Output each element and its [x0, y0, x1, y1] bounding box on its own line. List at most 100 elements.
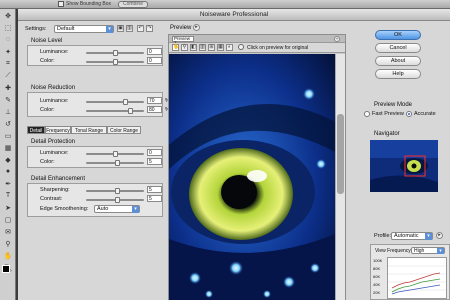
noiseware-window: Noiseware Professional Settings: Default…: [18, 9, 450, 300]
slider-thumb[interactable]: [115, 197, 121, 203]
sharpening-value[interactable]: 5: [147, 186, 162, 193]
preview-image[interactable]: [169, 54, 335, 300]
zoom-icon[interactable]: ⚲: [181, 44, 188, 51]
detail-protection-color-value[interactable]: 5: [147, 158, 162, 165]
notes-tool-icon[interactable]: ✉: [1, 226, 15, 237]
axis-tick: 60K: [373, 274, 381, 279]
preview-menu-icon[interactable]: ▸: [193, 24, 200, 31]
preview-title: Preview: [170, 25, 192, 31]
settings-preset-select[interactable]: Default ▾: [54, 25, 114, 33]
fast-preview-label: Fast Preview: [372, 111, 404, 117]
axis-tick: 40K: [373, 282, 381, 287]
path-selection-tool-icon[interactable]: ➤: [1, 202, 15, 213]
undo-icon[interactable]: ↶: [137, 25, 144, 32]
view-frequency-value: High: [414, 248, 425, 254]
cancel-button[interactable]: Cancel: [375, 43, 421, 53]
shape-tool-icon[interactable]: ▢: [1, 214, 15, 225]
noise-level-color-slider[interactable]: [86, 59, 144, 65]
lasso-tool-icon[interactable]: ◌: [1, 34, 15, 45]
profile-select[interactable]: Automatic ▾: [391, 232, 433, 240]
type-tool-icon[interactable]: T: [1, 190, 15, 201]
split-view-icon[interactable]: ◧: [190, 44, 197, 51]
contrast-slider[interactable]: [86, 197, 144, 203]
crop-tool-icon[interactable]: ⌗: [1, 58, 15, 69]
healing-brush-tool-icon[interactable]: ✚: [1, 82, 15, 93]
noise-level-luminance-label: Luminance:: [40, 49, 69, 55]
axis-tick: 20K: [373, 290, 381, 295]
slice-tool-icon[interactable]: ⟋: [1, 70, 15, 81]
brush-tool-icon[interactable]: ✎: [1, 94, 15, 105]
noise-reduction-luminance-value[interactable]: 70: [147, 97, 162, 104]
profile-graph-box: View Frequency High▾ 100K 80K 60K 40K 2: [370, 244, 450, 300]
noise-level-color-value[interactable]: 0: [147, 57, 162, 64]
slider-thumb[interactable]: [128, 108, 134, 114]
mask-icon[interactable]: ◐: [226, 44, 233, 51]
marquee-tool-icon[interactable]: ⬚: [1, 22, 15, 33]
dodge-tool-icon[interactable]: ●: [1, 166, 15, 177]
detail-protection-luminance-value[interactable]: 0: [147, 149, 162, 156]
side-by-side-icon[interactable]: ▥: [199, 44, 206, 51]
view-frequency-select[interactable]: High ▾: [411, 247, 445, 254]
add-preview-icon[interactable]: +: [334, 36, 340, 42]
eraser-tool-icon[interactable]: ▭: [1, 130, 15, 141]
preview-tab[interactable]: Preview 1: [172, 36, 194, 45]
preview-vertical-scrollbar[interactable]: [335, 54, 345, 300]
show-bounding-box-checkbox[interactable]: [58, 1, 64, 7]
tab-color-range[interactable]: Color Range: [107, 126, 141, 134]
slider-thumb[interactable]: [115, 188, 121, 194]
contrast-value[interactable]: 5: [147, 195, 162, 202]
profile-menu-icon[interactable]: ▸: [436, 232, 443, 239]
slider-thumb[interactable]: [112, 50, 118, 56]
preview-tabbar: Preview 1 +: [169, 35, 345, 45]
gradient-tool-icon[interactable]: ▦: [1, 142, 15, 153]
detail-protection-luminance-slider[interactable]: [86, 151, 144, 157]
combine-button[interactable]: Combine: [118, 1, 148, 8]
noise-level-luminance-slider[interactable]: [86, 50, 144, 56]
pen-tool-icon[interactable]: ✒: [1, 178, 15, 189]
noise-reduction-color-label: Color:: [40, 107, 55, 113]
slider-thumb[interactable]: [112, 59, 118, 65]
history-brush-tool-icon[interactable]: ↺: [1, 118, 15, 129]
hand-icon[interactable]: ✋: [172, 44, 179, 51]
blur-tool-icon[interactable]: ◆: [1, 154, 15, 165]
edge-smoothening-label: Edge Smoothening:: [40, 206, 89, 212]
noise-level-luminance-value[interactable]: 0: [147, 48, 162, 55]
ok-button[interactable]: OK: [375, 30, 421, 40]
chevron-down-icon: ▾: [425, 233, 432, 240]
noise-reduction-color-slider[interactable]: [86, 108, 144, 114]
delete-preset-icon[interactable]: ▥: [126, 25, 133, 32]
edge-smoothening-select[interactable]: Auto ▾: [94, 205, 140, 213]
foreground-color-swatch[interactable]: [2, 265, 10, 273]
navigator-thumbnail[interactable]: [370, 140, 438, 192]
detail-enhancement-title: Detail Enhancement: [31, 176, 86, 182]
redo-icon[interactable]: ↷: [146, 25, 153, 32]
slider-thumb[interactable]: [115, 160, 121, 166]
tab-tonal-range[interactable]: Tonal Range: [71, 126, 107, 134]
magic-wand-tool-icon[interactable]: ✦: [1, 46, 15, 57]
info-icon: [238, 44, 244, 50]
eyedropper-tool-icon[interactable]: ⚲: [1, 238, 15, 249]
detail-protection-group: Luminance: 0 Color: 5: [27, 146, 163, 168]
sharpening-slider[interactable]: [86, 188, 144, 194]
navigator-title: Navigator: [374, 131, 400, 137]
save-preset-icon[interactable]: ▣: [117, 25, 124, 32]
noise-map-icon[interactable]: ▦: [217, 44, 224, 51]
hand-tool-icon[interactable]: ✋: [1, 250, 15, 261]
clone-stamp-tool-icon[interactable]: ⊥: [1, 106, 15, 117]
accurate-radio[interactable]: [406, 111, 412, 117]
help-button[interactable]: Help: [375, 69, 421, 79]
noise-reduction-luminance-slider[interactable]: [86, 99, 144, 105]
accurate-label: Accurate: [414, 111, 436, 117]
slider-thumb[interactable]: [123, 99, 129, 105]
move-tool-icon[interactable]: ✥: [1, 10, 15, 21]
fit-icon[interactable]: ⊞: [208, 44, 215, 51]
tab-frequency[interactable]: Frequency: [45, 126, 71, 134]
photoshop-options-bar: Show Bounding Box Combine: [0, 0, 450, 9]
slider-thumb[interactable]: [112, 151, 118, 157]
detail-protection-color-slider[interactable]: [86, 160, 144, 166]
scrollbar-thumb[interactable]: [337, 114, 344, 194]
fast-preview-radio[interactable]: [364, 111, 370, 117]
noise-reduction-color-value[interactable]: 80: [147, 106, 162, 113]
tab-detail[interactable]: Detail: [27, 126, 45, 134]
about-button[interactable]: About: [375, 56, 421, 66]
